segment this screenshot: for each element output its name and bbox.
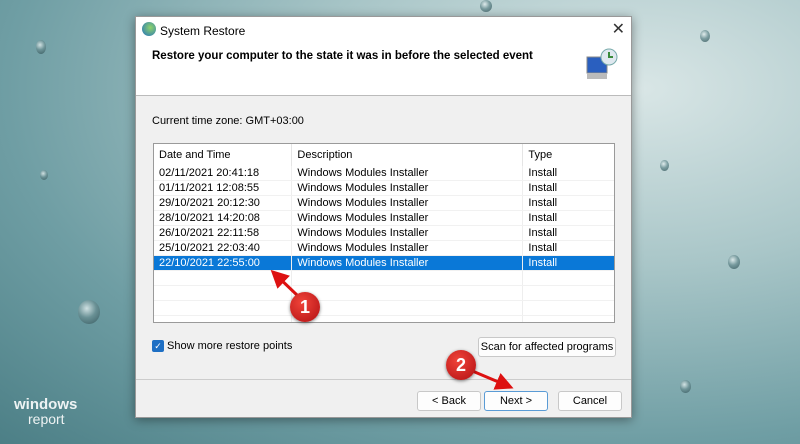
annotation-badge-1: 1 bbox=[290, 292, 320, 322]
arrow-2 bbox=[469, 368, 514, 390]
arrow-1 bbox=[270, 269, 300, 298]
annotation-badge-2: 2 bbox=[446, 350, 476, 380]
annotation-arrows bbox=[270, 269, 514, 390]
